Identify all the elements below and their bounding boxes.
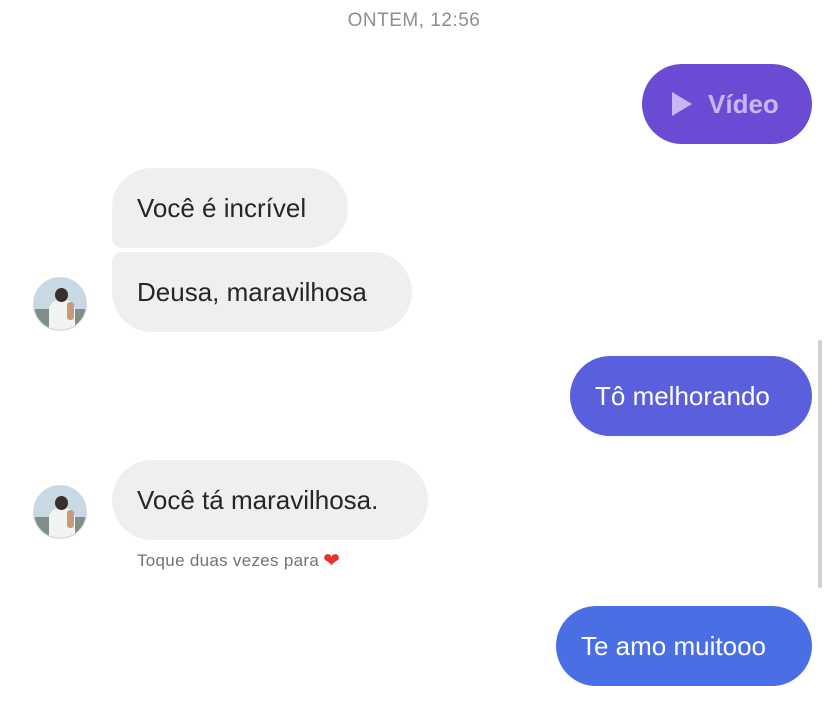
outgoing-message-bubble[interactable]: Te amo muitooo: [556, 606, 812, 686]
play-icon: [672, 92, 692, 117]
incoming-message-bubble[interactable]: Você é incrível: [112, 168, 348, 248]
sender-avatar[interactable]: [33, 485, 87, 539]
message-text: Deusa, maravilhosa: [137, 277, 367, 307]
message-text: Você tá maravilhosa.: [137, 485, 379, 515]
incoming-message-bubble[interactable]: Deusa, maravilhosa: [112, 252, 412, 332]
hint-text: Toque duas vezes para: [137, 551, 320, 570]
video-label: Vídeo: [708, 89, 779, 119]
incoming-message-bubble[interactable]: Você tá maravilhosa.: [112, 460, 428, 540]
message-text: Te amo muitooo: [581, 631, 766, 661]
chat-thread: ONTEM, 12:56 Vídeo Você é incrível Deusa…: [0, 0, 828, 704]
message-timestamp: ONTEM, 12:56: [347, 10, 481, 31]
sender-avatar[interactable]: [33, 277, 87, 331]
scrollbar[interactable]: [818, 340, 822, 588]
heart-icon: ❤: [323, 550, 341, 572]
outgoing-message-bubble[interactable]: Tô melhorando: [570, 356, 812, 436]
double-tap-hint: Toque duas vezes para ❤: [137, 548, 340, 573]
message-text: Você é incrível: [137, 193, 307, 223]
video-message-bubble[interactable]: Vídeo: [642, 64, 812, 144]
message-text: Tô melhorando: [595, 381, 770, 411]
